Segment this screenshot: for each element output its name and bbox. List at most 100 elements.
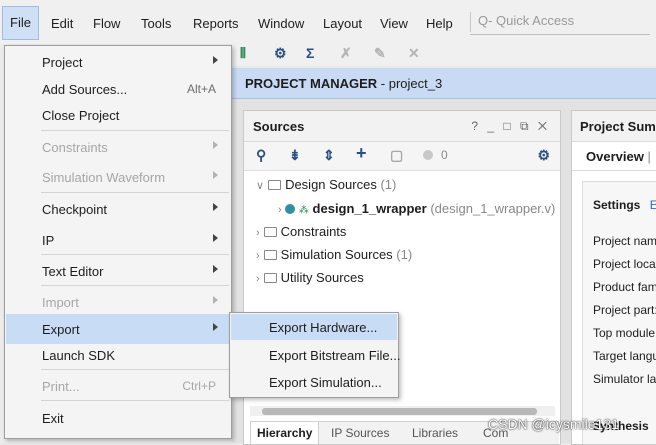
project-summary-panel: Project Summ Overview | Settings E Proje…: [571, 110, 656, 445]
add-icon[interactable]: +: [356, 143, 367, 164]
file-menu: Project Add Sources... Alt+A Close Projec…: [4, 45, 232, 439]
menu-separator: [41, 285, 229, 286]
panel-window-controls[interactable]: ? _ □ ⧉ ✕: [471, 119, 550, 134]
sources-panel-title: Sources: [253, 119, 305, 134]
hierarchy-icon: ⁂: [298, 205, 309, 216]
menu-separator: [41, 130, 229, 131]
menu-tools[interactable]: Tools: [141, 16, 171, 31]
tree-design-sources[interactable]: ∨ Design Sources (1): [256, 177, 396, 192]
tab-hierarchy[interactable]: Hierarchy: [250, 422, 320, 444]
search-icon[interactable]: ⚲: [256, 147, 266, 164]
menu-edit[interactable]: Edit: [51, 16, 73, 31]
menu-item-constraints[interactable]: Constraints: [6, 132, 230, 162]
submenu-arrow-icon: [213, 56, 218, 64]
close-disabled-icon[interactable]: ✕: [408, 45, 420, 62]
menu-file[interactable]: File: [2, 6, 39, 40]
submenu-item-export-simulation[interactable]: Export Simulation...: [231, 369, 397, 395]
gear-icon[interactable]: ⚙: [537, 147, 550, 164]
menu-flow[interactable]: Flow: [93, 16, 120, 31]
chevron-right-icon[interactable]: ›: [278, 204, 282, 216]
edit-disabled-icon[interactable]: ✎: [374, 45, 386, 62]
tree-utility-sources[interactable]: › Utility Sources: [256, 270, 364, 285]
submenu-arrow-icon: [213, 203, 218, 211]
sources-panel-header: Sources ? _ □ ⧉ ✕: [244, 111, 560, 142]
tab-overview[interactable]: Overview |: [586, 149, 651, 164]
sigma-icon[interactable]: Σ: [306, 45, 314, 61]
main-toolbar: ⫴ ⚙ Σ ✗ ✎ ✕: [232, 44, 656, 66]
summary-settings-box: Settings E Project name Project locat Pr…: [582, 181, 656, 444]
tree-constraints[interactable]: › Constraints: [256, 224, 346, 239]
menu-item-close-project[interactable]: Close Project: [6, 100, 230, 130]
menu-layout[interactable]: Layout: [323, 16, 362, 31]
settings-gear-icon[interactable]: ⚙: [274, 45, 287, 62]
menu-item-text-editor[interactable]: Text Editor: [6, 256, 230, 286]
chevron-right-icon[interactable]: ›: [256, 227, 260, 239]
tab-libraries[interactable]: Libraries: [412, 426, 458, 440]
folder-icon: [263, 272, 277, 283]
implementation-icon[interactable]: ⫴: [240, 45, 246, 62]
export-submenu: Export Hardware... Export Bitstream File…: [229, 312, 400, 398]
menu-separator: [41, 369, 229, 370]
chevron-right-icon[interactable]: ›: [256, 273, 260, 285]
summary-header: Project Summ: [572, 111, 656, 142]
horizontal-scrollbar[interactable]: [250, 406, 555, 416]
tree-design-1-wrapper[interactable]: › ⁂ design_1_wrapper (design_1_wrapper.v…: [278, 201, 559, 216]
submenu-item-export-bitstream[interactable]: Export Bitstream File...: [231, 342, 400, 368]
submenu-arrow-icon: [213, 141, 218, 149]
menu-reports[interactable]: Reports: [193, 16, 239, 31]
menu-item-project[interactable]: Project: [6, 47, 230, 77]
menu-separator: [41, 192, 229, 193]
menu-separator: [41, 400, 229, 401]
chevron-right-icon[interactable]: ›: [256, 250, 260, 262]
properties-icon[interactable]: ▢: [390, 147, 403, 164]
watermark: CSDN @icysmile131: [488, 416, 619, 432]
submenu-arrow-icon: [213, 234, 218, 242]
menu-item-ip[interactable]: IP: [6, 225, 230, 255]
summary-label-target-language: Target langu: [593, 349, 656, 363]
summary-label-project-part: Project part:: [593, 303, 656, 317]
folder-icon: [263, 226, 277, 237]
submenu-arrow-icon: [213, 171, 218, 179]
menu-item-exit[interactable]: Exit: [6, 403, 230, 433]
submenu-arrow-icon: [213, 296, 218, 304]
menu-help[interactable]: Help: [426, 16, 453, 31]
menu-view[interactable]: View: [380, 16, 408, 31]
summary-label-top-module: Top module: [593, 326, 656, 340]
tree-simulation-sources[interactable]: › Simulation Sources (1): [256, 247, 412, 262]
summary-label-project-name: Project name: [593, 234, 656, 248]
summary-label-project-location: Project locat: [593, 257, 656, 271]
quick-access-divider: [470, 12, 471, 32]
collapse-all-icon[interactable]: ⇟: [289, 147, 301, 164]
menu-window[interactable]: Window: [258, 16, 304, 31]
summary-tabs: Overview |: [572, 142, 656, 171]
error-count: 0: [441, 148, 448, 162]
menu-item-print[interactable]: Print... Ctrl+P: [6, 371, 230, 401]
project-manager-title: PROJECT MANAGER - project_3: [245, 76, 443, 91]
module-dot-icon: [285, 203, 296, 214]
quick-access-placeholder: Q- Quick Access: [478, 13, 575, 28]
menu-separator: [41, 254, 229, 255]
menu-item-checkpoint[interactable]: Checkpoint: [6, 194, 230, 224]
submenu-arrow-icon: [213, 323, 218, 331]
expand-all-icon[interactable]: ⇕: [323, 147, 335, 164]
menu-item-launch-sdk[interactable]: Launch SDK: [6, 340, 230, 370]
submenu-arrow-icon: [213, 265, 218, 273]
folder-icon: [263, 249, 277, 260]
menu-item-import[interactable]: Import: [6, 287, 230, 317]
menu-item-simulation-waveform[interactable]: Simulation Waveform: [6, 162, 230, 192]
project-manager-header: PROJECT MANAGER - project_3: [232, 68, 656, 99]
summary-label-product-family: Product fam: [593, 280, 656, 294]
chevron-down-icon[interactable]: ∨: [256, 180, 264, 192]
summary-title: Project Summ: [580, 119, 656, 134]
error-status-icon: [423, 150, 433, 160]
debug-icon[interactable]: ✗: [340, 45, 352, 62]
settings-heading: Settings E: [593, 198, 656, 212]
quick-access-input[interactable]: Q- Quick Access: [470, 8, 650, 35]
summary-label-simulator-language: Simulator lan: [593, 372, 656, 386]
tab-ip-sources[interactable]: IP Sources: [331, 426, 389, 440]
submenu-item-export-hardware[interactable]: Export Hardware...: [231, 314, 397, 340]
sources-toolbar: ⚲ ⇟ ⇕ + ▢ 0 ⚙: [244, 142, 560, 171]
folder-icon: [268, 179, 282, 190]
scrollbar-thumb[interactable]: [262, 408, 537, 415]
menubar: File Edit Flow Tools Reports Window Layo…: [0, 0, 656, 44]
